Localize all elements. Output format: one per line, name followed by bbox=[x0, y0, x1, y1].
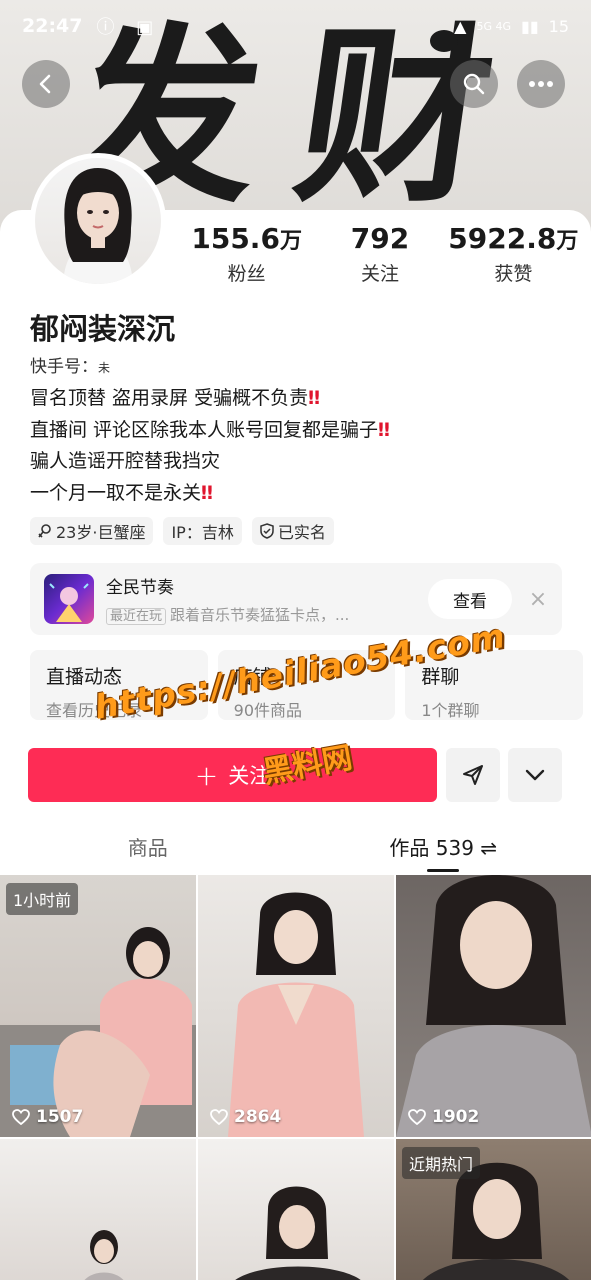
back-button[interactable] bbox=[22, 60, 70, 108]
profile-tags: 23岁·巨蟹座 IP：吉林 已实名 bbox=[30, 517, 334, 545]
battery-level: 15 bbox=[548, 16, 569, 36]
bio-line: 直播间 评论区除我本人账号回复都是骗子‼ bbox=[30, 418, 390, 441]
game-title: 全民节奏 bbox=[106, 578, 174, 598]
search-icon bbox=[463, 73, 485, 95]
stat-label: 粉丝 bbox=[227, 263, 266, 285]
heart-icon bbox=[210, 1109, 228, 1125]
recently-played-badge: 最近在玩 bbox=[106, 608, 167, 625]
game-text: 全民节奏 最近在玩 跟着音乐节奏猛猛卡点，... bbox=[106, 573, 418, 625]
avatar-photo bbox=[35, 158, 161, 284]
view-game-button[interactable]: 查看 bbox=[428, 579, 512, 619]
post-thumbnail bbox=[84, 1230, 124, 1280]
double-exclamation-icon: ‼ bbox=[201, 481, 213, 504]
account-id-value: 未 bbox=[98, 361, 111, 375]
account-id-label: 快手号： bbox=[30, 357, 98, 377]
share-button[interactable] bbox=[446, 748, 500, 802]
info-card-subtitle: 1个群聊 bbox=[421, 701, 480, 720]
stat-number: 5922.8万 bbox=[448, 222, 579, 255]
stat-following[interactable]: 792 关注 bbox=[313, 222, 446, 286]
tag-ip: IP：吉林 bbox=[163, 517, 242, 545]
post-tile[interactable]: 1小时前 1507 bbox=[0, 875, 196, 1137]
content-tabs: 商品 作品 539 ⇌ bbox=[0, 822, 591, 872]
post-tile[interactable]: 近期热门 bbox=[396, 1139, 591, 1280]
follow-button[interactable]: + 关注 bbox=[28, 748, 437, 802]
post-likes: 1507 bbox=[12, 1107, 83, 1127]
verified-shield-icon bbox=[260, 523, 274, 539]
send-icon bbox=[463, 765, 483, 785]
stat-fans[interactable]: 155.6万 粉丝 bbox=[180, 222, 313, 286]
bio-line: 冒名顶替 盗用录屏 受骗概不负责‼ bbox=[30, 387, 321, 409]
post-thumbnail bbox=[228, 892, 364, 1137]
tag-verified: 已实名 bbox=[251, 517, 334, 545]
status-right: ▲ 5G 4G ▮▮ 15 bbox=[454, 17, 569, 36]
account-id[interactable]: 快手号：未 bbox=[30, 352, 110, 377]
status-time: 22:47 bbox=[22, 15, 83, 37]
female-icon bbox=[38, 524, 51, 538]
bio-line: 骗人造谣开腔替我挡灾 bbox=[30, 450, 221, 472]
chevron-down-icon bbox=[525, 769, 545, 781]
tag-age: 23岁·巨蟹座 bbox=[30, 517, 154, 545]
network-label: 5G 4G bbox=[476, 19, 512, 33]
post-time-badge: 1小时前 bbox=[6, 883, 79, 915]
post-tile[interactable]: 2864 bbox=[198, 875, 394, 1137]
tab-works[interactable]: 作品 539 ⇌ bbox=[296, 822, 591, 872]
post-tile[interactable] bbox=[198, 1139, 394, 1280]
game-icon bbox=[44, 574, 94, 624]
avatar[interactable] bbox=[30, 153, 166, 289]
bio-line: 一个月一取不是永关‼ bbox=[30, 481, 213, 504]
profile-bio: 冒名顶替 盗用录屏 受骗概不负责‼ 直播间 评论区除我本人账号回复都是骗子‼ 骗… bbox=[30, 383, 390, 509]
post-grid: 1小时前 1507 2864 1902 近期热门 bbox=[0, 875, 591, 1280]
plus-icon: + bbox=[194, 758, 219, 792]
notification-icons: ⓘ ▣ bbox=[96, 17, 162, 38]
stat-number: 155.6万 bbox=[191, 222, 302, 255]
post-thumbnail bbox=[396, 875, 591, 1137]
heart-icon bbox=[408, 1109, 426, 1125]
info-card-title: 群聊 bbox=[421, 666, 460, 688]
post-likes: 2864 bbox=[210, 1107, 281, 1127]
profile-nickname: 郁闷装深沉 bbox=[30, 312, 176, 346]
stat-number: 792 bbox=[350, 222, 410, 255]
search-button[interactable] bbox=[450, 60, 498, 108]
heart-icon bbox=[12, 1109, 30, 1125]
more-button[interactable] bbox=[517, 60, 565, 108]
post-tile[interactable] bbox=[0, 1139, 196, 1280]
status-bar: 22:47 ⓘ ▣ ▲ 5G 4G ▮▮ 15 bbox=[0, 0, 591, 52]
double-exclamation-icon: ‼ bbox=[308, 387, 321, 409]
post-tile[interactable]: 1902 bbox=[396, 875, 591, 1137]
profile-stats: 155.6万 粉丝 792 关注 5922.8万 获赞 bbox=[180, 222, 580, 286]
post-likes: 1902 bbox=[408, 1107, 479, 1127]
more-options-button[interactable] bbox=[508, 748, 562, 802]
tab-products[interactable]: 商品 bbox=[0, 822, 296, 872]
game-subtitle: 最近在玩 跟着音乐节奏猛猛卡点，... bbox=[106, 604, 418, 625]
post-thumbnail bbox=[235, 1186, 361, 1280]
stat-likes[interactable]: 5922.8万 获赞 bbox=[447, 222, 580, 286]
close-icon[interactable]: × bbox=[528, 587, 548, 612]
more-dots-icon bbox=[529, 81, 553, 87]
stat-label: 获赞 bbox=[494, 263, 533, 285]
signal-bars-icon: ▮▮ bbox=[521, 16, 539, 36]
chevron-left-icon bbox=[39, 74, 51, 94]
stat-label: 关注 bbox=[360, 263, 399, 285]
info-card-subtitle: 90件商品 bbox=[233, 701, 303, 720]
avatar-portrait-icon bbox=[63, 168, 133, 284]
trending-badge: 近期热门 bbox=[402, 1147, 481, 1179]
double-exclamation-icon: ‼ bbox=[378, 418, 390, 441]
signal-icon: ▲ bbox=[454, 16, 467, 36]
